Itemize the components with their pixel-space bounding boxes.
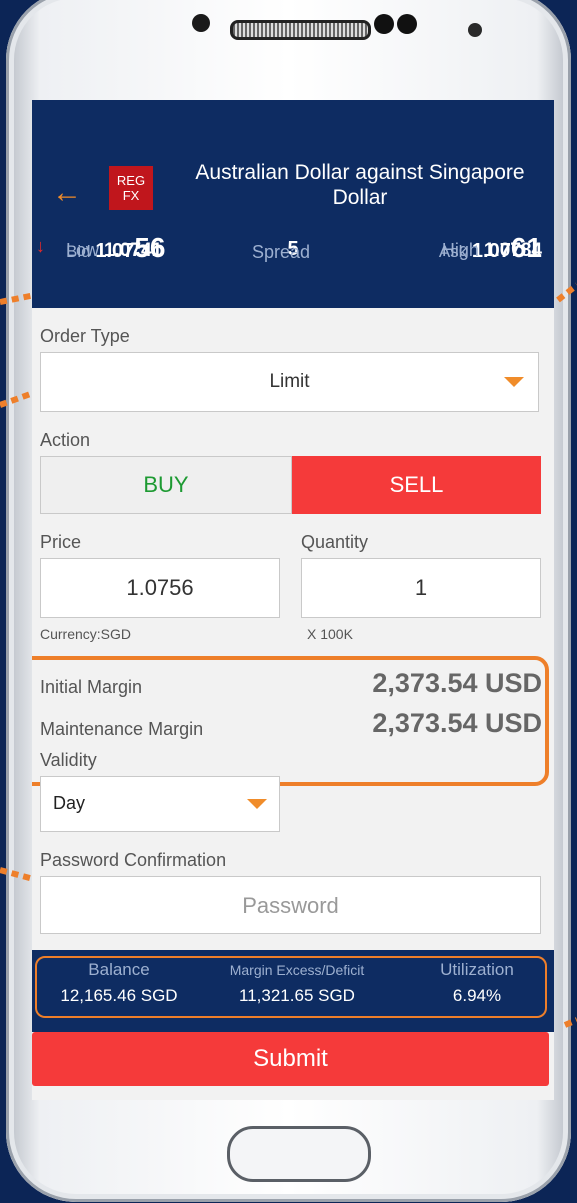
instrument-title: Australian Dollar against Singapore Doll… — [195, 161, 525, 209]
currency-note: Currency:SGD — [40, 626, 132, 642]
password-placeholder: Password — [242, 893, 339, 918]
front-camera-icon — [397, 14, 417, 34]
light-sensor-icon — [468, 23, 482, 37]
initial-margin-label: Initial Margin — [40, 677, 143, 697]
buy-button[interactable]: BUY — [40, 456, 292, 514]
instrument-badge: REG FX — [109, 166, 153, 210]
quantity-label: Quantity — [301, 532, 369, 552]
margin-column: Margin Excess/Deficit 11,321.65 SGD — [207, 960, 387, 1006]
account-summary: Balance 12,165.46 SGD Margin Excess/Defi… — [32, 950, 554, 1032]
margin-excess-label: Margin Excess/Deficit — [229, 962, 365, 978]
action-label: Action — [40, 430, 91, 450]
balance-value: 12,165.46 SGD — [60, 986, 178, 1005]
quantity-unit: X 100K — [307, 626, 353, 642]
order-type-select[interactable]: Limit — [40, 352, 539, 412]
quantity-input[interactable]: 1 — [301, 558, 541, 618]
sell-button[interactable]: SELL — [292, 456, 541, 514]
order-type-label: Order Type — [40, 326, 130, 346]
utilization-label: Utilization — [440, 960, 514, 979]
margin-excess-value: 11,321.65 SGD — [239, 986, 355, 1005]
app-screen: ← REG FX Australian Dollar against Singa… — [32, 100, 554, 1100]
price-label: Price — [40, 532, 82, 552]
validity-value: Day — [53, 793, 86, 813]
status-bar — [32, 100, 554, 136]
balance-label: Balance — [88, 960, 150, 979]
low-label: Low — [66, 240, 100, 260]
low-price: Low 1.0741 — [66, 240, 162, 262]
price-input[interactable]: 1.0756 — [40, 558, 280, 618]
utilization-value: 6.94% — [452, 986, 502, 1005]
high-value: 1.0784 — [483, 240, 542, 261]
sensor-icon — [374, 14, 394, 34]
utilization-column: Utilization 6.94% — [412, 960, 542, 1006]
submit-button[interactable]: Submit — [32, 1032, 549, 1086]
validity-select[interactable]: Day — [40, 776, 280, 832]
home-button[interactable] — [227, 1126, 371, 1182]
chevron-down-icon — [504, 377, 524, 387]
maintenance-margin-value: 2,373.54 USD — [372, 708, 542, 738]
password-input[interactable]: Password — [40, 876, 541, 934]
range-row: Low 1.0741 Spread High 1.0784 — [32, 240, 554, 266]
maintenance-margin-label: Maintenance Margin — [40, 719, 204, 739]
low-value: 1.0741 — [104, 240, 163, 261]
instrument-header: ← REG FX Australian Dollar against Singa… — [32, 136, 554, 308]
high-label: High — [441, 240, 479, 260]
initial-margin-value: 2,373.54 USD — [372, 668, 542, 698]
back-arrow-icon[interactable]: ← — [52, 178, 82, 208]
order-type-value: Limit — [269, 371, 310, 392]
badge-line2: FX — [122, 188, 140, 203]
speaker-grille — [230, 20, 371, 40]
password-label: Password Confirmation — [40, 850, 227, 870]
high-price: High 1.0784 — [442, 240, 542, 262]
camera-icon — [192, 14, 210, 32]
badge-line1: REG — [116, 173, 146, 188]
balance-column: Balance 12,165.46 SGD — [44, 960, 194, 1006]
spread-label: Spread — [252, 242, 311, 262]
chevron-down-icon — [247, 799, 267, 809]
validity-label: Validity — [40, 750, 97, 770]
